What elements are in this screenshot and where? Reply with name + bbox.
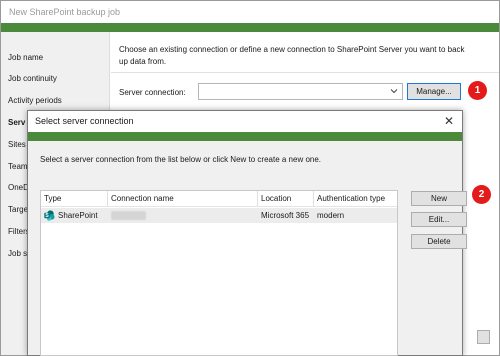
wizard-separator [111,72,499,73]
chevron-down-icon [390,89,398,94]
sharepoint-icon: S [44,210,55,221]
callout-badge-1: 1 [468,81,487,100]
nav-item-job-name[interactable]: Job name [8,53,43,62]
nav-item-activity-periods[interactable]: Activity periods [8,96,62,105]
nav-item-sites[interactable]: Sites [8,140,26,149]
column-header-auth-type[interactable]: Authentication type [314,191,397,207]
wizard-intro-text: Choose an existing connection or define … [119,44,489,68]
edit-button[interactable]: Edit... [411,212,467,227]
nav-item-job-continuity[interactable]: Job continuity [8,74,57,83]
intro-line-2: up data from. [119,57,167,66]
connection-list[interactable]: Type Connection name Location Authentica… [40,190,398,356]
dialog-accent-bar [28,132,462,141]
wizard-footer-button[interactable] [477,330,490,344]
select-server-connection-dialog: Select server connection ✕ Select a serv… [27,110,467,356]
server-connection-label: Server connection: [119,88,186,97]
callout-badge-2: 2 [472,185,491,204]
table-row[interactable]: S SharePoint Microsoft 365 modern [41,208,397,223]
dialog-instruction: Select a server connection from the list… [40,155,322,164]
column-header-type[interactable]: Type [41,191,108,207]
cell-type: SharePoint [58,211,98,220]
server-connection-select[interactable] [198,83,403,100]
new-button[interactable]: New [411,191,467,206]
wizard-accent-bar [1,23,499,32]
cell-location: Microsoft 365 [261,211,310,220]
list-header: Type Connection name Location Authentica… [41,191,397,207]
nav-item-teams[interactable]: Team [8,162,28,171]
manage-button[interactable]: Manage... [407,83,461,100]
intro-line-1: Choose an existing connection or define … [119,45,465,54]
column-header-connection-name[interactable]: Connection name [108,191,258,207]
cell-auth-type: modern [317,211,345,220]
dialog-titlebar: Select server connection ✕ [28,111,462,132]
wizard-title: New SharePoint backup job [9,7,121,17]
redacted-connection-name [111,211,146,220]
close-icon[interactable]: ✕ [441,113,457,129]
delete-button[interactable]: Delete [411,234,467,249]
nav-item-target[interactable]: Targe [8,205,28,214]
dialog-title: Select server connection [35,116,134,126]
column-header-location[interactable]: Location [258,191,314,207]
nav-item-server[interactable]: Serv [8,118,25,127]
nav-item-onedrive[interactable]: OneD [8,183,29,192]
